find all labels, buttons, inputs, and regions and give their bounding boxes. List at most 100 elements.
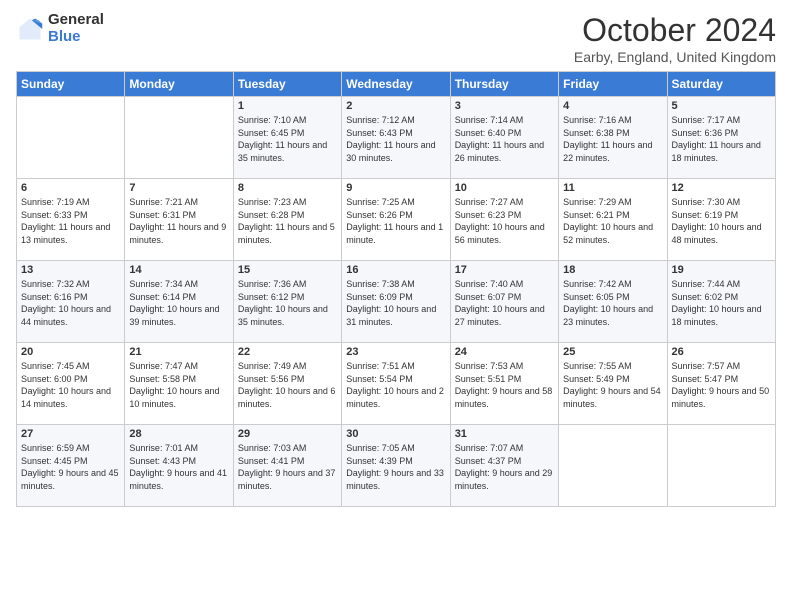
cell-content: Sunrise: 7:47 AM Sunset: 5:58 PM Dayligh… bbox=[129, 360, 228, 410]
daylight-text: Daylight: 11 hours and 35 minutes. bbox=[238, 139, 337, 164]
sunset-text: Sunset: 6:07 PM bbox=[455, 291, 554, 304]
daylight-text: Daylight: 10 hours and 2 minutes. bbox=[346, 385, 445, 410]
day-number: 19 bbox=[672, 264, 771, 276]
calendar-cell: 1 Sunrise: 7:10 AM Sunset: 6:45 PM Dayli… bbox=[233, 97, 341, 179]
sunset-text: Sunset: 4:37 PM bbox=[455, 455, 554, 468]
sunrise-text: Sunrise: 7:45 AM bbox=[21, 360, 120, 373]
daylight-text: Daylight: 9 hours and 41 minutes. bbox=[129, 467, 228, 492]
calendar-cell: 20 Sunrise: 7:45 AM Sunset: 6:00 PM Dayl… bbox=[17, 343, 125, 425]
day-number: 26 bbox=[672, 346, 771, 358]
calendar-cell: 14 Sunrise: 7:34 AM Sunset: 6:14 PM Dayl… bbox=[125, 261, 233, 343]
cell-content: Sunrise: 7:57 AM Sunset: 5:47 PM Dayligh… bbox=[672, 360, 771, 410]
daylight-text: Daylight: 11 hours and 26 minutes. bbox=[455, 139, 554, 164]
sunrise-text: Sunrise: 7:03 AM bbox=[238, 442, 337, 455]
calendar-cell: 24 Sunrise: 7:53 AM Sunset: 5:51 PM Dayl… bbox=[450, 343, 558, 425]
calendar-cell: 12 Sunrise: 7:30 AM Sunset: 6:19 PM Dayl… bbox=[667, 179, 775, 261]
sunset-text: Sunset: 4:43 PM bbox=[129, 455, 228, 468]
day-number: 18 bbox=[563, 264, 662, 276]
sunset-text: Sunset: 6:14 PM bbox=[129, 291, 228, 304]
calendar-cell bbox=[667, 425, 775, 507]
sunrise-text: Sunrise: 7:42 AM bbox=[563, 278, 662, 291]
calendar-cell bbox=[17, 97, 125, 179]
calendar-header-row: Sunday Monday Tuesday Wednesday Thursday… bbox=[17, 72, 776, 97]
cell-content: Sunrise: 7:25 AM Sunset: 6:26 PM Dayligh… bbox=[346, 196, 445, 246]
daylight-text: Daylight: 9 hours and 29 minutes. bbox=[455, 467, 554, 492]
cell-content: Sunrise: 7:29 AM Sunset: 6:21 PM Dayligh… bbox=[563, 196, 662, 246]
cell-content: Sunrise: 7:55 AM Sunset: 5:49 PM Dayligh… bbox=[563, 360, 662, 410]
calendar-cell: 21 Sunrise: 7:47 AM Sunset: 5:58 PM Dayl… bbox=[125, 343, 233, 425]
calendar-cell: 22 Sunrise: 7:49 AM Sunset: 5:56 PM Dayl… bbox=[233, 343, 341, 425]
day-number: 14 bbox=[129, 264, 228, 276]
day-number: 27 bbox=[21, 428, 120, 440]
cell-content: Sunrise: 7:42 AM Sunset: 6:05 PM Dayligh… bbox=[563, 278, 662, 328]
sunrise-text: Sunrise: 6:59 AM bbox=[21, 442, 120, 455]
calendar-cell: 6 Sunrise: 7:19 AM Sunset: 6:33 PM Dayli… bbox=[17, 179, 125, 261]
daylight-text: Daylight: 10 hours and 39 minutes. bbox=[129, 303, 228, 328]
sunset-text: Sunset: 6:19 PM bbox=[672, 209, 771, 222]
sunrise-text: Sunrise: 7:16 AM bbox=[563, 114, 662, 127]
calendar-cell: 27 Sunrise: 6:59 AM Sunset: 4:45 PM Dayl… bbox=[17, 425, 125, 507]
sunset-text: Sunset: 6:05 PM bbox=[563, 291, 662, 304]
calendar-week-5: 27 Sunrise: 6:59 AM Sunset: 4:45 PM Dayl… bbox=[17, 425, 776, 507]
calendar-cell: 9 Sunrise: 7:25 AM Sunset: 6:26 PM Dayli… bbox=[342, 179, 450, 261]
daylight-text: Daylight: 10 hours and 31 minutes. bbox=[346, 303, 445, 328]
cell-content: Sunrise: 7:23 AM Sunset: 6:28 PM Dayligh… bbox=[238, 196, 337, 246]
sunset-text: Sunset: 6:43 PM bbox=[346, 127, 445, 140]
daylight-text: Daylight: 11 hours and 18 minutes. bbox=[672, 139, 771, 164]
sunrise-text: Sunrise: 7:05 AM bbox=[346, 442, 445, 455]
sunrise-text: Sunrise: 7:27 AM bbox=[455, 196, 554, 209]
sunset-text: Sunset: 5:49 PM bbox=[563, 373, 662, 386]
daylight-text: Daylight: 10 hours and 56 minutes. bbox=[455, 221, 554, 246]
calendar-page: General Blue October 2024 Earby, England… bbox=[0, 0, 792, 612]
calendar-cell: 18 Sunrise: 7:42 AM Sunset: 6:05 PM Dayl… bbox=[559, 261, 667, 343]
calendar-cell: 2 Sunrise: 7:12 AM Sunset: 6:43 PM Dayli… bbox=[342, 97, 450, 179]
day-number: 6 bbox=[21, 182, 120, 194]
col-sunday: Sunday bbox=[17, 72, 125, 97]
daylight-text: Daylight: 10 hours and 48 minutes. bbox=[672, 221, 771, 246]
sunset-text: Sunset: 5:51 PM bbox=[455, 373, 554, 386]
calendar-week-3: 13 Sunrise: 7:32 AM Sunset: 6:16 PM Dayl… bbox=[17, 261, 776, 343]
day-number: 4 bbox=[563, 100, 662, 112]
day-number: 20 bbox=[21, 346, 120, 358]
sunrise-text: Sunrise: 7:36 AM bbox=[238, 278, 337, 291]
sunset-text: Sunset: 6:00 PM bbox=[21, 373, 120, 386]
day-number: 5 bbox=[672, 100, 771, 112]
day-number: 15 bbox=[238, 264, 337, 276]
calendar-cell bbox=[559, 425, 667, 507]
daylight-text: Daylight: 10 hours and 14 minutes. bbox=[21, 385, 120, 410]
day-number: 23 bbox=[346, 346, 445, 358]
cell-content: Sunrise: 7:53 AM Sunset: 5:51 PM Dayligh… bbox=[455, 360, 554, 410]
sunrise-text: Sunrise: 7:30 AM bbox=[672, 196, 771, 209]
col-monday: Monday bbox=[125, 72, 233, 97]
cell-content: Sunrise: 6:59 AM Sunset: 4:45 PM Dayligh… bbox=[21, 442, 120, 492]
cell-content: Sunrise: 7:38 AM Sunset: 6:09 PM Dayligh… bbox=[346, 278, 445, 328]
sunset-text: Sunset: 4:39 PM bbox=[346, 455, 445, 468]
cell-content: Sunrise: 7:44 AM Sunset: 6:02 PM Dayligh… bbox=[672, 278, 771, 328]
cell-content: Sunrise: 7:21 AM Sunset: 6:31 PM Dayligh… bbox=[129, 196, 228, 246]
daylight-text: Daylight: 9 hours and 37 minutes. bbox=[238, 467, 337, 492]
sunset-text: Sunset: 6:02 PM bbox=[672, 291, 771, 304]
daylight-text: Daylight: 10 hours and 23 minutes. bbox=[563, 303, 662, 328]
daylight-text: Daylight: 10 hours and 35 minutes. bbox=[238, 303, 337, 328]
calendar-cell: 29 Sunrise: 7:03 AM Sunset: 4:41 PM Dayl… bbox=[233, 425, 341, 507]
sunset-text: Sunset: 5:58 PM bbox=[129, 373, 228, 386]
daylight-text: Daylight: 11 hours and 5 minutes. bbox=[238, 221, 337, 246]
calendar-cell: 10 Sunrise: 7:27 AM Sunset: 6:23 PM Dayl… bbox=[450, 179, 558, 261]
cell-content: Sunrise: 7:45 AM Sunset: 6:00 PM Dayligh… bbox=[21, 360, 120, 410]
cell-content: Sunrise: 7:19 AM Sunset: 6:33 PM Dayligh… bbox=[21, 196, 120, 246]
daylight-text: Daylight: 11 hours and 1 minute. bbox=[346, 221, 445, 246]
sunrise-text: Sunrise: 7:44 AM bbox=[672, 278, 771, 291]
cell-content: Sunrise: 7:03 AM Sunset: 4:41 PM Dayligh… bbox=[238, 442, 337, 492]
day-number: 17 bbox=[455, 264, 554, 276]
cell-content: Sunrise: 7:17 AM Sunset: 6:36 PM Dayligh… bbox=[672, 114, 771, 164]
cell-content: Sunrise: 7:49 AM Sunset: 5:56 PM Dayligh… bbox=[238, 360, 337, 410]
daylight-text: Daylight: 10 hours and 52 minutes. bbox=[563, 221, 662, 246]
daylight-text: Daylight: 9 hours and 33 minutes. bbox=[346, 467, 445, 492]
sunrise-text: Sunrise: 7:07 AM bbox=[455, 442, 554, 455]
title-block: October 2024 Earby, England, United King… bbox=[574, 12, 776, 65]
col-tuesday: Tuesday bbox=[233, 72, 341, 97]
cell-content: Sunrise: 7:14 AM Sunset: 6:40 PM Dayligh… bbox=[455, 114, 554, 164]
cell-content: Sunrise: 7:16 AM Sunset: 6:38 PM Dayligh… bbox=[563, 114, 662, 164]
sunrise-text: Sunrise: 7:17 AM bbox=[672, 114, 771, 127]
calendar-cell: 25 Sunrise: 7:55 AM Sunset: 5:49 PM Dayl… bbox=[559, 343, 667, 425]
